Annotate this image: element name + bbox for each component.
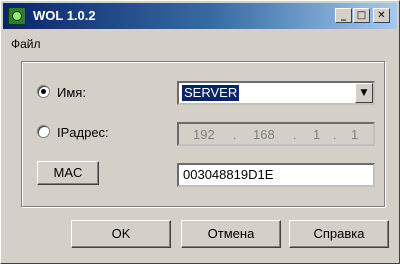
name-radio[interactable] bbox=[37, 85, 50, 98]
menu-file[interactable]: Файл bbox=[11, 37, 41, 51]
ip-dot: . bbox=[233, 127, 237, 142]
window-title: WOL 1.0.2 bbox=[33, 8, 96, 23]
name-combobox[interactable]: SERVER ▼ bbox=[177, 81, 375, 105]
ip-radio-label[interactable]: IPадрес: bbox=[57, 125, 109, 140]
menu-bar: Файл bbox=[11, 37, 41, 51]
ip-octet-2[interactable]: 168 bbox=[253, 127, 275, 142]
ip-dot: . bbox=[333, 127, 337, 142]
ip-octet-1[interactable]: 192 bbox=[193, 127, 215, 142]
close-button[interactable]: ✕ bbox=[373, 8, 390, 23]
ok-button[interactable]: OK bbox=[71, 220, 171, 248]
mac-address-field[interactable]: 003048819D1E bbox=[177, 163, 375, 187]
ip-radio[interactable] bbox=[37, 125, 50, 138]
help-button[interactable]: Справка bbox=[289, 220, 389, 248]
app-icon[interactable] bbox=[8, 7, 26, 25]
mac-button[interactable]: MAC bbox=[37, 161, 99, 185]
ip-dot: . bbox=[293, 127, 297, 142]
minimize-button[interactable]: _ bbox=[335, 8, 352, 23]
ip-octet-4[interactable]: 1 bbox=[351, 127, 358, 142]
maximize-button[interactable]: □ bbox=[353, 8, 370, 23]
chevron-down-icon[interactable]: ▼ bbox=[355, 83, 373, 103]
ip-address-field[interactable]: 192 . 168 . 1 . 1 bbox=[177, 122, 375, 146]
app-window: WOL 1.0.2 _ □ ✕ Файл Имя: SERVER ▼ IPадр… bbox=[0, 0, 400, 264]
cancel-button[interactable]: Отмена bbox=[181, 220, 281, 248]
name-radio-label[interactable]: Имя: bbox=[57, 85, 86, 100]
title-bar[interactable]: WOL 1.0.2 _ □ ✕ bbox=[3, 3, 397, 29]
name-combobox-value: SERVER bbox=[182, 85, 240, 101]
ip-octet-3[interactable]: 1 bbox=[313, 127, 320, 142]
